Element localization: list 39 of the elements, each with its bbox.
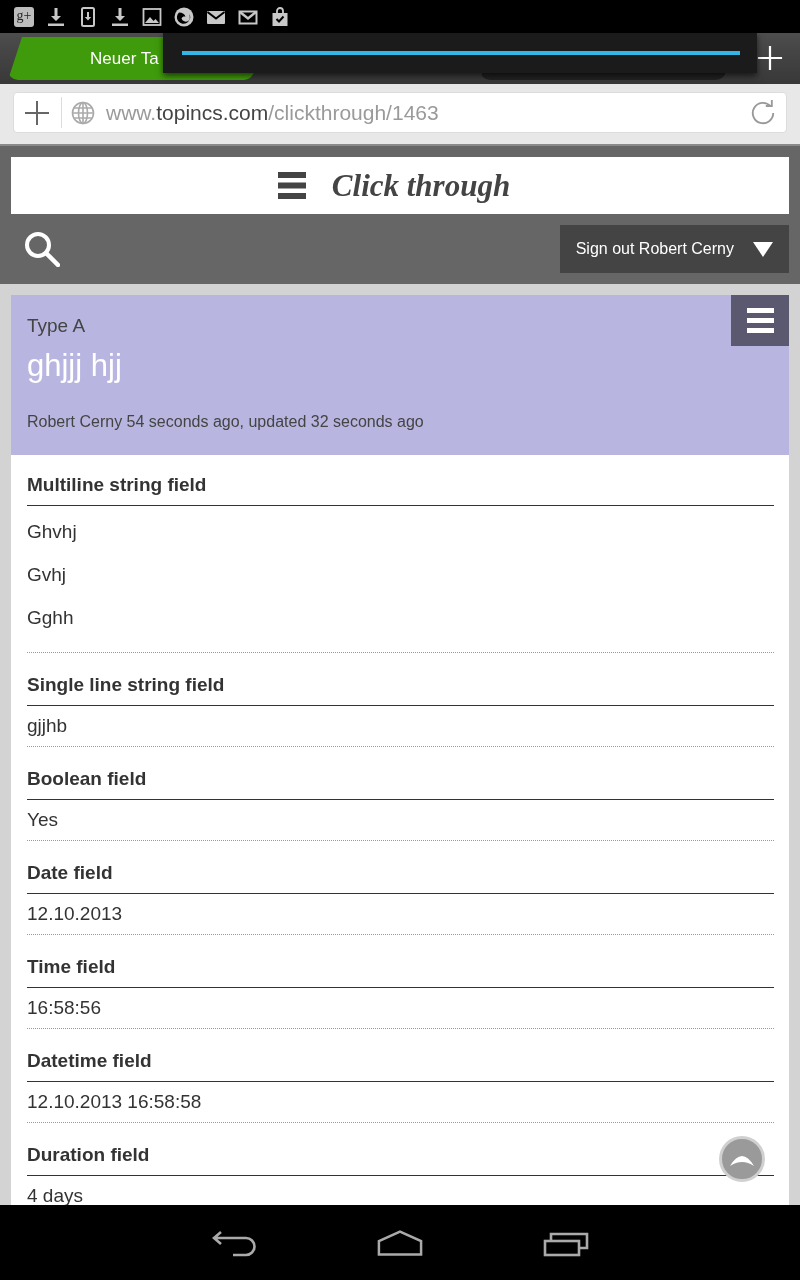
back-icon[interactable] [211, 1228, 257, 1257]
plus-icon[interactable] [25, 100, 49, 125]
image-icon [142, 6, 162, 27]
record-title: ghjjj hjj [27, 348, 122, 384]
field-value: 16:58:56 [27, 996, 101, 1020]
menu-icon [746, 308, 774, 333]
globe-icon [71, 100, 95, 125]
sign-out-button[interactable]: Sign out Robert Cerny [559, 225, 789, 273]
download-icon [46, 6, 66, 27]
circle-swirl-icon [174, 6, 194, 27]
field-label: Duration field [27, 1144, 150, 1165]
field-label: Multiline string field [27, 474, 207, 495]
caret-icon [753, 241, 773, 257]
bag-check-icon [270, 6, 290, 27]
search-icon[interactable] [24, 231, 60, 267]
field-label: Boolean field [27, 768, 147, 789]
field-value: 12.10.2013 16:58:58 [27, 1090, 202, 1114]
menu-icon[interactable] [277, 172, 306, 199]
field-value: 12.10.2013 [27, 902, 123, 926]
field-label: Datetime field [27, 1050, 152, 1071]
url-text: www.topincs.com/clickthrough/1463 [106, 100, 440, 125]
menu-button[interactable] [731, 295, 789, 346]
site-title[interactable]: Click through [331, 167, 511, 204]
record-meta: Robert Cerny 54 seconds ago, updated 32 seconds ago [27, 412, 424, 432]
address-field[interactable]: www.topincs.com/clickthrough/1463 [13, 92, 787, 133]
field-label: Single line string field [27, 674, 225, 695]
phone-download-icon [78, 6, 98, 27]
download-icon [110, 6, 130, 27]
home-icon[interactable] [377, 1228, 423, 1257]
field-value: gjjhb [27, 714, 68, 738]
field-value: Gvhj [27, 563, 67, 587]
field-value: Ghvhj [27, 520, 77, 544]
field-value: Gghh [27, 606, 74, 630]
app-badge: g+ [14, 6, 34, 27]
record-type: Type A [27, 315, 86, 337]
reload-icon[interactable] [750, 99, 776, 126]
field-label: Time field [27, 956, 116, 977]
field-value: Yes [27, 808, 58, 832]
field-label: Date field [27, 862, 113, 883]
